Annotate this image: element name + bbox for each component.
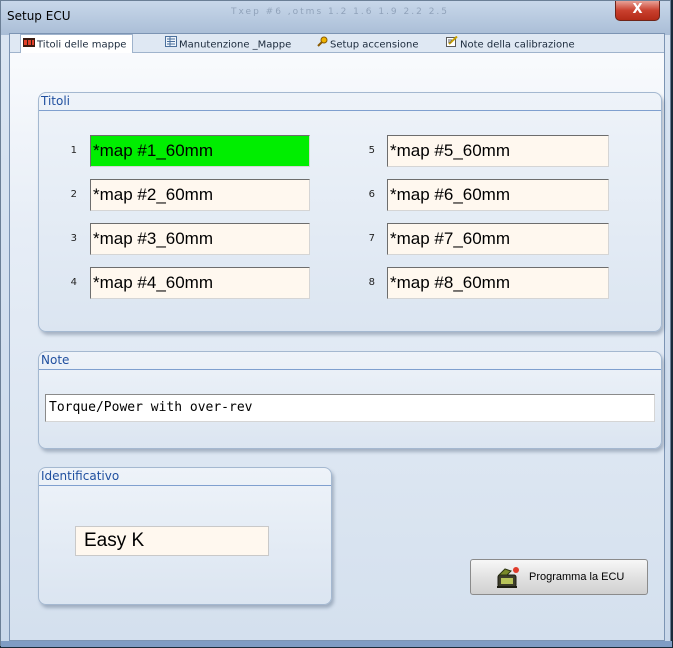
map-maintenance-icon: [165, 36, 177, 53]
tab-titoli-delle-mappe[interactable]: Titoli delle mappe: [20, 34, 134, 54]
ecu-program-icon: [495, 566, 521, 593]
tab-label: Note della calibrazione: [460, 39, 575, 51]
close-button[interactable]: X: [615, 1, 660, 21]
identificativo-group-title: Identificativo: [39, 468, 331, 486]
program-ecu-button[interactable]: Programma la ECU: [470, 559, 648, 595]
map-title-field-3[interactable]: *map #3_60mm: [90, 223, 310, 255]
tab-manutenzione-mappe[interactable]: Manutenzione _Mappe: [165, 36, 291, 52]
titoli-group: Titoli 1 *map #1_60mm 2 *map #2_60mm 3 *…: [38, 92, 662, 332]
window-bottom-edge: [1, 641, 672, 647]
note-group: Note Torque/Power with over-rev: [38, 351, 662, 449]
identificativo-group: Identificativo Easy K: [38, 467, 332, 605]
map-title-field-8[interactable]: *map #8_60mm: [387, 267, 609, 299]
map-index-3: 3: [70, 233, 77, 244]
titoli-group-title: Titoli: [39, 93, 661, 111]
close-icon: X: [632, 2, 643, 17]
note-field[interactable]: Torque/Power with over-rev: [45, 394, 655, 422]
program-ecu-label: Programma la ECU: [529, 571, 625, 583]
tab-note-della-calibrazione[interactable]: Note della calibrazione: [446, 35, 575, 53]
ignition-icon: [316, 36, 328, 53]
map-index-5: 5: [368, 145, 375, 156]
tab-setup-accensione[interactable]: Setup accensione: [316, 36, 419, 52]
map-index-2: 2: [70, 189, 77, 200]
map-title-field-5[interactable]: *map #5_60mm: [387, 135, 609, 167]
map-title-field-6[interactable]: *map #6_60mm: [387, 179, 609, 211]
map-index-4: 4: [70, 277, 77, 288]
tab-label: Titoli delle mappe: [37, 39, 127, 51]
map-index-8: 8: [368, 277, 375, 288]
map-title-field-2[interactable]: *map #2_60mm: [90, 179, 310, 211]
titlebar-background-text: Txep #6 ,otms 1.2 1.6 1.9 2.2 2.5: [231, 7, 450, 17]
window-title: Setup ECU: [7, 9, 71, 23]
tab-label: Manutenzione _Mappe: [179, 39, 292, 51]
identificativo-field[interactable]: Easy K: [75, 526, 269, 556]
map-title-field-4[interactable]: *map #4_60mm: [90, 267, 310, 299]
tab-strip: Titoli delle mappe Manutenzione _Mappe S…: [10, 34, 664, 53]
tab-label: Setup accensione: [330, 39, 419, 51]
map-title-icon: [23, 35, 35, 54]
map-title-field-7[interactable]: *map #7_60mm: [387, 223, 609, 255]
setup-ecu-window: Setup ECU Txep #6 ,otms 1.2 1.6 1.9 2.2 …: [0, 0, 672, 647]
map-index-6: 6: [368, 189, 375, 200]
note-group-title: Note: [39, 352, 661, 370]
map-index-1: 1: [70, 145, 77, 156]
title-bar: Setup ECU Txep #6 ,otms 1.2 1.6 1.9 2.2 …: [1, 1, 670, 35]
map-index-7: 7: [368, 233, 375, 244]
map-title-field-1[interactable]: *map #1_60mm: [90, 135, 310, 167]
notes-icon: [446, 35, 458, 53]
dialog-client-area: Titoli delle mappe Manutenzione _Mappe S…: [9, 33, 665, 641]
